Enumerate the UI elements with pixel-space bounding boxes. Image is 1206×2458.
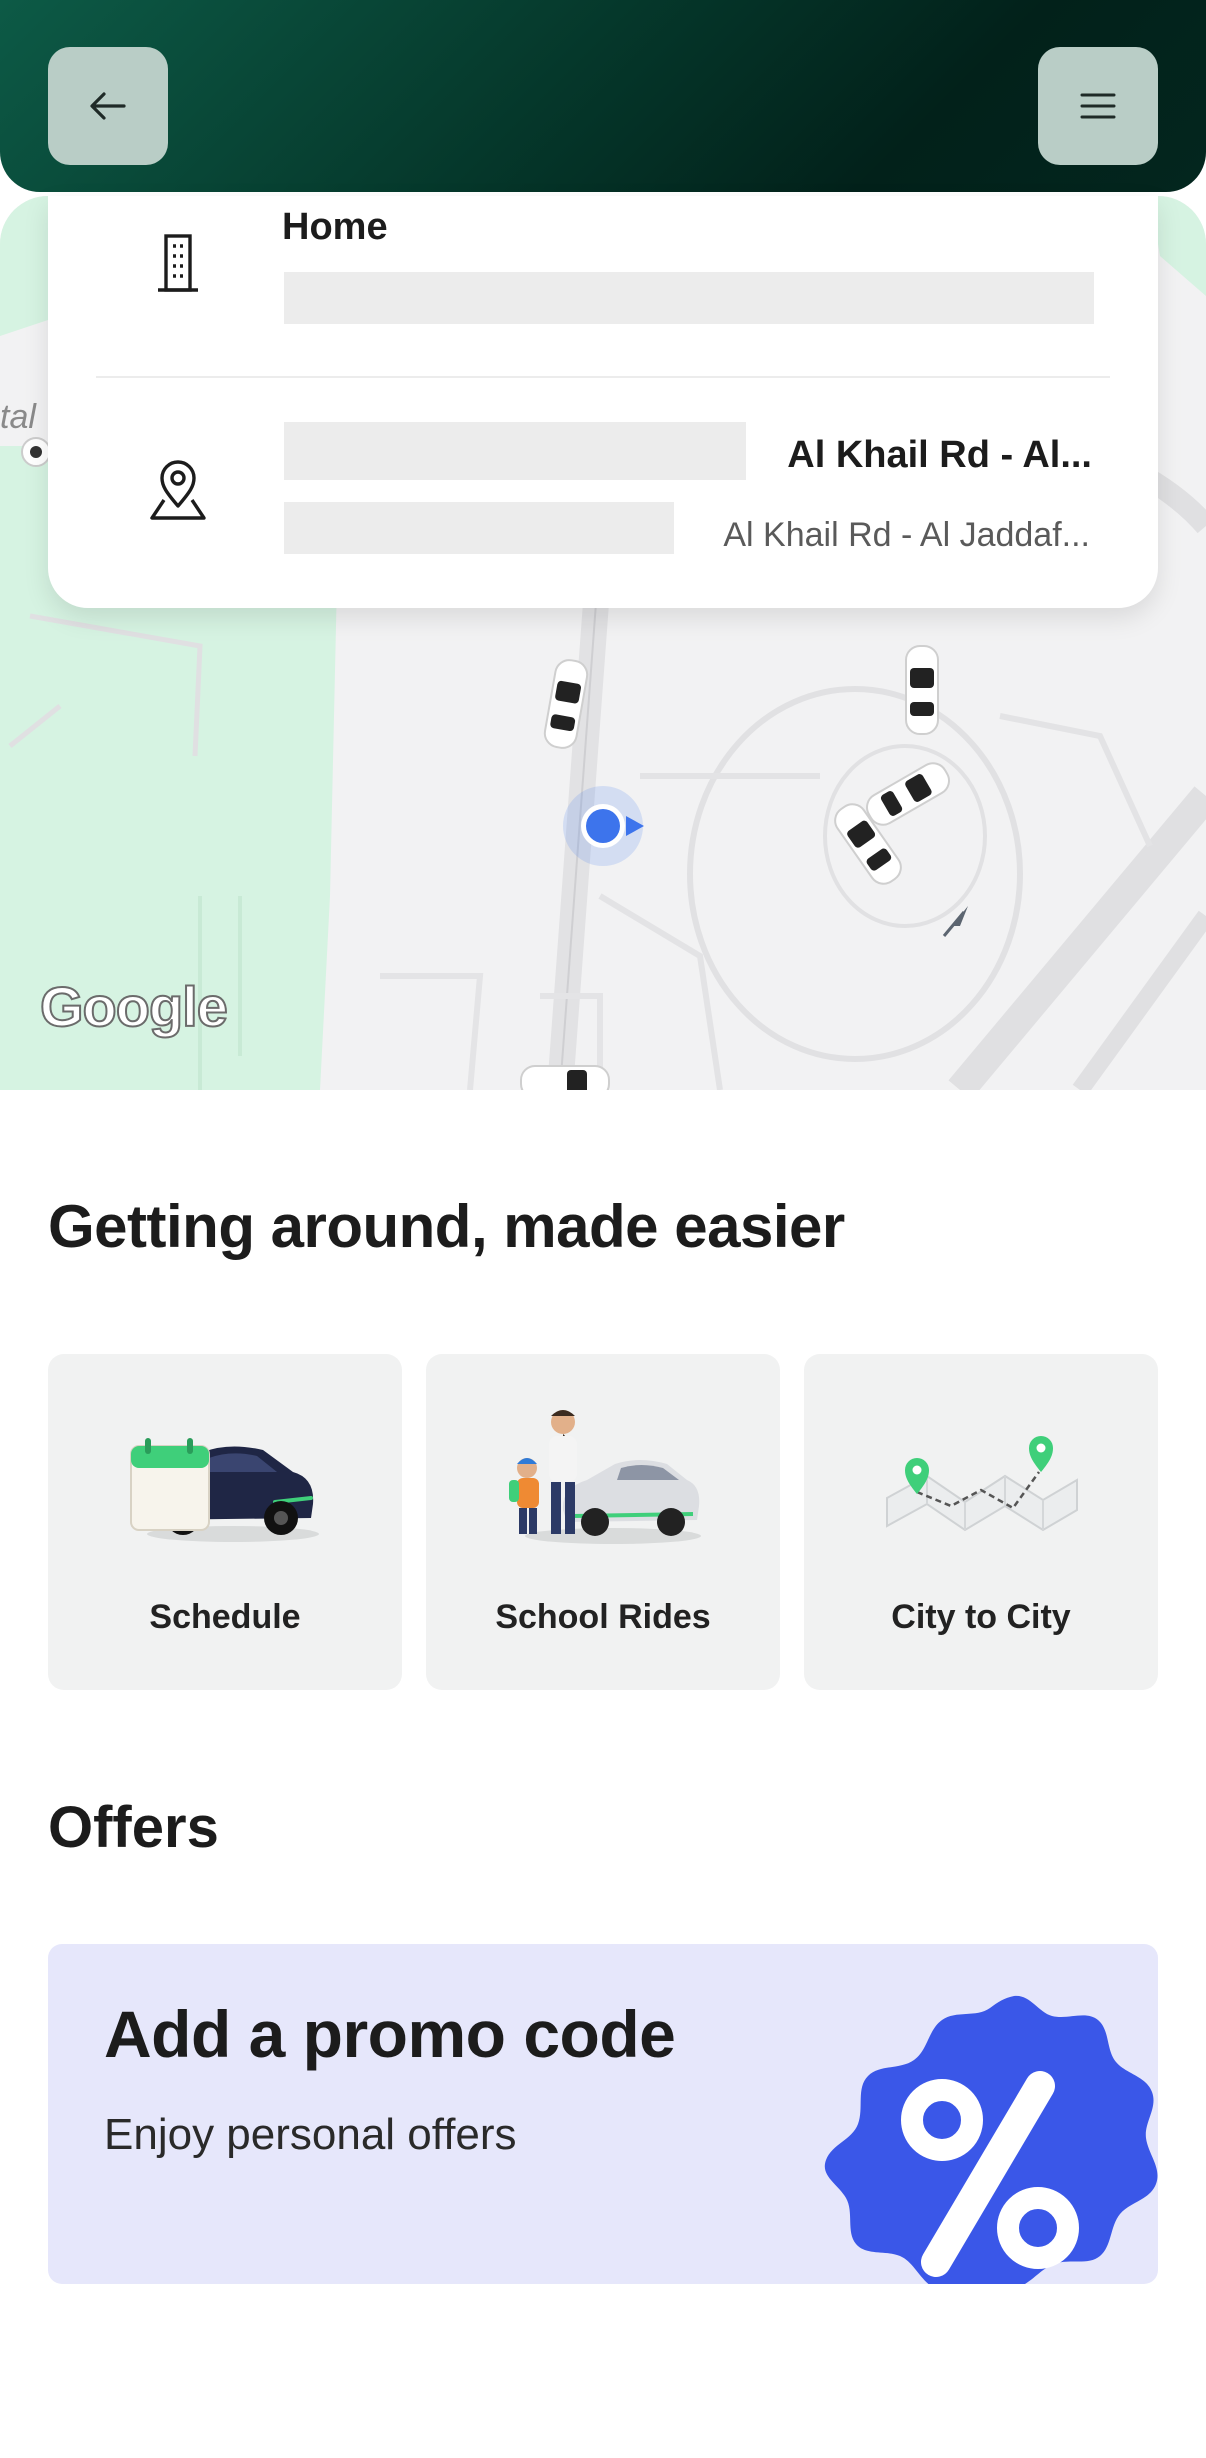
- menu-button[interactable]: [1038, 47, 1158, 165]
- map-side-label: tal: [0, 398, 36, 436]
- promo-code-banner[interactable]: Add a promo code Enjoy personal offers: [48, 1944, 1158, 2284]
- home-address-placeholder: [284, 272, 1094, 324]
- building-icon: [158, 234, 198, 292]
- pickup-subtitle-placeholder: [284, 502, 674, 554]
- promo-subtitle: Enjoy personal offers: [104, 2110, 517, 2159]
- back-button[interactable]: [48, 47, 168, 165]
- google-attribution: Google: [39, 974, 229, 1039]
- service-label-schedule: Schedule: [149, 1598, 301, 1636]
- services-section-title: Getting around, made easier: [48, 1193, 845, 1260]
- service-label-city-to-city: City to City: [891, 1598, 1071, 1636]
- service-card-school-rides[interactable]: School Rides: [426, 1354, 780, 1690]
- hamburger-menu-icon: [1080, 93, 1116, 119]
- percent-badge-icon: [824, 1995, 1158, 2284]
- location-card: Home Al Khail Rd - Al... Al Khail Rd - A…: [48, 196, 1158, 608]
- pickup-title: Al Khail Rd - Al...: [787, 434, 1092, 476]
- city-to-city-map-icon: [886, 1436, 1078, 1532]
- pickup-location-row[interactable]: Al Khail Rd - Al... Al Khail Rd - Al Jad…: [48, 378, 1158, 608]
- service-card-schedule[interactable]: Schedule: [48, 1354, 402, 1690]
- top-app-bar: [0, 0, 1206, 192]
- service-card-city-to-city[interactable]: City to City: [804, 1354, 1158, 1690]
- pickup-subtitle: Al Khail Rd - Al Jaddaf...: [723, 516, 1090, 554]
- scheduled-car-icon: [130, 1438, 319, 1542]
- offers-section-title: Offers: [48, 1795, 219, 1860]
- home-location-row[interactable]: Home: [48, 196, 1158, 376]
- service-label-school-rides: School Rides: [495, 1598, 711, 1636]
- car-marker: [905, 645, 939, 735]
- pickup-title-placeholder: [284, 422, 746, 480]
- location-pin-icon: [150, 460, 206, 520]
- school-rides-icon: [509, 1410, 701, 1544]
- car-marker: [520, 1065, 610, 1090]
- home-title: Home: [282, 206, 388, 248]
- promo-title: Add a promo code: [104, 1997, 676, 2071]
- arrow-left-icon: [90, 92, 126, 120]
